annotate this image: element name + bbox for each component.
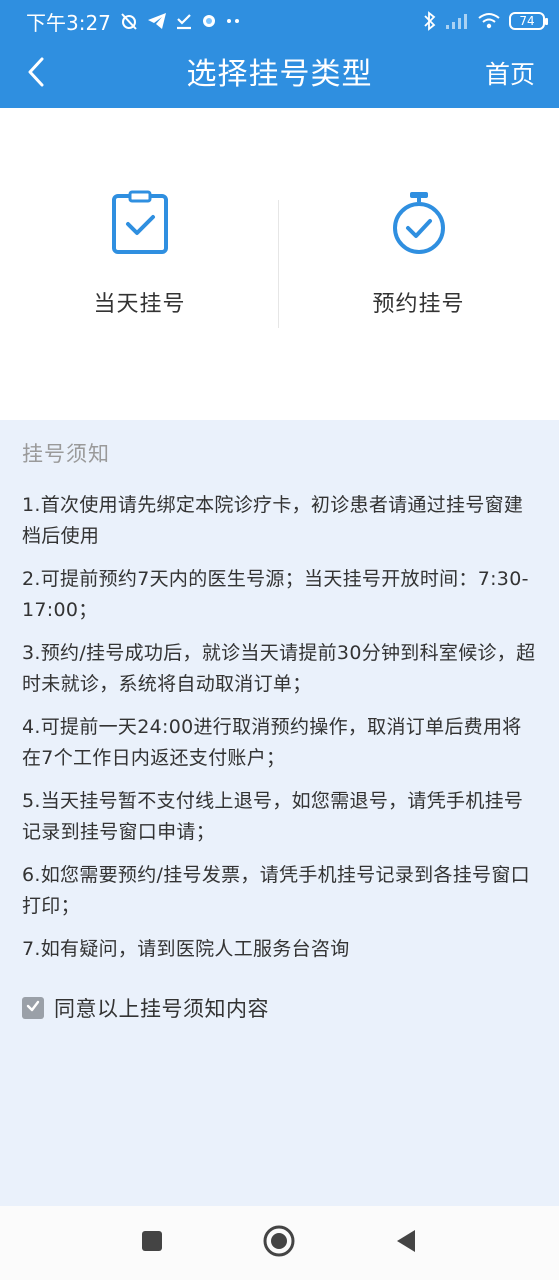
agree-checkbox[interactable] [22, 997, 44, 1019]
status-bar: 下午3:27 74 [0, 0, 559, 42]
signal-icon [445, 12, 469, 30]
notice-item: 3.预约/挂号成功后，就诊当天请提前30分钟到科室候诊，超时未就诊，系统将自动取… [22, 642, 536, 695]
square-icon [140, 1229, 164, 1257]
same-day-registration-option[interactable]: 当天挂号 [0, 188, 279, 328]
wifi-icon [477, 12, 501, 30]
stopwatch-check-icon [387, 188, 451, 258]
registration-notice: 挂号须知 1.首次使用请先绑定本院诊疗卡，初诊患者请通过挂号窗建档后使用 2.可… [0, 420, 559, 1206]
notice-item: 1.首次使用请先绑定本院诊疗卡，初诊患者请通过挂号窗建档后使用 [22, 494, 524, 547]
notice-title: 挂号须知 [22, 442, 110, 466]
notice-item: 4.可提前一天24:00进行取消预约操作，取消订单后费用将在7个工作日内返还支付… [22, 716, 522, 769]
status-time: 下午3:27 [26, 10, 111, 35]
agree-checkbox-row[interactable]: 同意以上挂号须知内容 [22, 993, 537, 1023]
nav-bar: 选择挂号类型 首页 [0, 42, 559, 108]
agree-label: 同意以上挂号须知内容 [54, 997, 269, 1021]
telegram-icon [147, 12, 167, 30]
notice-item: 2.可提前预约7天内的医生号源；当天挂号开放时间：7:30-17:00； [22, 568, 529, 621]
download-done-icon [175, 12, 193, 30]
more-notifications-icon [225, 17, 243, 25]
triangle-back-icon [394, 1228, 418, 1258]
battery-level: 74 [519, 14, 535, 28]
notice-item: 6.如您需要预约/挂号发票，请凭手机挂号记录到各挂号窗口打印； [22, 864, 530, 917]
checkmark-icon [25, 998, 41, 1018]
page-title: 选择挂号类型 [186, 57, 373, 92]
alarm-off-icon [119, 11, 139, 31]
same-day-registration-label: 当天挂号 [93, 292, 186, 317]
app-header: 下午3:27 74 选择挂号类型 首页 [0, 0, 559, 108]
home-system-button[interactable] [261, 1225, 297, 1261]
home-button[interactable]: 首页 [485, 42, 535, 108]
appointment-registration-label: 预约挂号 [372, 292, 465, 317]
registration-type-panel: 当天挂号 预约挂号 [0, 108, 559, 420]
notice-item: 5.当天挂号暂不支付线上退号，如您需退号，请凭手机挂号记录到挂号窗口申请； [22, 790, 524, 843]
circle-home-icon [262, 1224, 296, 1262]
appointment-registration-option[interactable]: 预约挂号 [279, 188, 558, 328]
system-navigation-bar [0, 1206, 559, 1280]
notice-list: 1.首次使用请先绑定本院诊疗卡，初诊患者请通过挂号窗建档后使用 2.可提前预约7… [22, 490, 537, 965]
app-notification-icon [201, 13, 217, 29]
back-system-button[interactable] [388, 1225, 424, 1261]
clipboard-check-icon [108, 188, 172, 258]
recent-apps-button[interactable] [134, 1225, 170, 1261]
chevron-left-icon [26, 56, 46, 92]
notice-item: 7.如有疑问，请到医院人工服务台咨询 [22, 938, 350, 960]
battery-indicator: 74 [509, 12, 548, 30]
bluetooth-icon [423, 11, 437, 31]
back-button[interactable] [16, 54, 56, 94]
